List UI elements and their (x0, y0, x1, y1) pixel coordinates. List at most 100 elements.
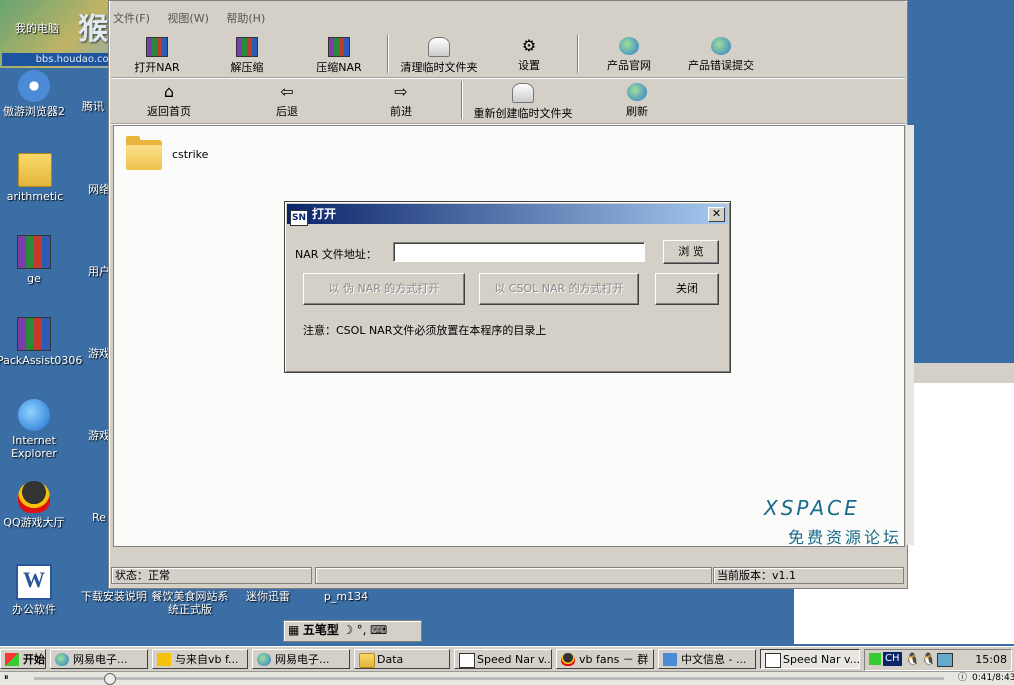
dialog-title: 打开 (312, 207, 337, 221)
desktop-icon-label: 餐饮美食网站系统正式版 (151, 590, 229, 616)
folder-icon (18, 153, 52, 187)
desktop-icon-game-1[interactable]: 游戏 (88, 347, 110, 360)
forward-label: 前进 (390, 105, 412, 118)
language-indicator[interactable]: CH (883, 652, 902, 666)
task-label: vb fans － 群 (579, 653, 649, 666)
back-button[interactable]: ⇦ 后退 (263, 83, 311, 119)
word-icon: W (16, 564, 52, 600)
desktop-icon-my-computer[interactable]: 我的电脑 (0, 22, 74, 35)
desktop-icon-ge[interactable]: ge (0, 235, 71, 285)
task-label: Speed Nar v... (783, 653, 860, 666)
compress-nar-label: 压缩NAR (316, 61, 362, 74)
bug-report-button[interactable]: 产品错误提交 (679, 37, 763, 73)
menu-help[interactable]: 帮助(H) (226, 12, 265, 25)
desktop-icon-label: 网络 (88, 183, 110, 196)
folder-name[interactable]: cstrike (172, 148, 208, 161)
open-fake-nar-button[interactable]: 以 伪 NAR 的方式打开 (303, 273, 465, 305)
ime-toolbar[interactable]: ▦ 五笔型 ☽ °, ⌨ (283, 620, 422, 642)
qq-tray-icon-2[interactable]: 🐧 (921, 652, 936, 666)
task-chinese-info[interactable]: 中文信息 - ... (658, 649, 756, 669)
pause-icon[interactable]: ⏸ (4, 672, 9, 684)
forward-arrow-icon: ⇨ (394, 82, 408, 101)
desktop-icon-qq-games[interactable]: QQ游戏大厅 (0, 481, 71, 529)
shield-icon[interactable] (869, 653, 881, 665)
recreate-temp-button[interactable]: 重新创建临时文件夹 (465, 83, 581, 121)
desktop-icon-label: 办公软件 (12, 603, 56, 616)
desktop-icon-internet-explorer[interactable]: Internet Explorer (0, 399, 71, 460)
version-text: 当前版本：v1.1 (713, 567, 904, 584)
forward-button[interactable]: ⇨ 前进 (377, 83, 425, 119)
menu-view[interactable]: 视图(W) (167, 12, 208, 25)
desktop-icon-p-m134[interactable]: p_m134 (308, 590, 384, 603)
back-arrow-icon: ⇦ (280, 82, 294, 101)
settings-button[interactable]: ⚙ 设置 (505, 37, 553, 73)
desktop-icon-label: Internet Explorer (11, 434, 57, 460)
desktop-icon-food-site[interactable]: 餐饮美食网站系统正式版 (150, 590, 230, 616)
close-button[interactable]: 关闭 (655, 273, 719, 305)
status-bar: 状态：正常 当前版本：v1.1 (111, 566, 905, 584)
start-button[interactable]: 开始 (0, 649, 46, 669)
chat-icon (157, 653, 171, 666)
ie-icon (257, 653, 271, 666)
menu-file[interactable]: 文件(F) (113, 12, 150, 25)
extract-button[interactable]: 解压缩 (217, 37, 277, 75)
clean-temp-button[interactable]: 清理临时文件夹 (393, 37, 485, 75)
nar-path-input[interactable] (393, 242, 645, 262)
desktop-icon-user[interactable]: 用户 (88, 265, 110, 278)
ime-mode[interactable]: 五笔型 (303, 622, 339, 638)
desktop-icon-game-2[interactable]: 游戏 (88, 429, 110, 442)
home-button[interactable]: ⌂ 返回首页 (137, 83, 201, 119)
desktop-icon-arithmetic[interactable]: arithmetic (0, 153, 72, 203)
desktop-icon-label: 下载安装说明 (81, 590, 147, 603)
compress-nar-button[interactable]: 压缩NAR (307, 37, 371, 75)
desktop-icon-packassist[interactable]: PackAssist0306 (0, 317, 83, 367)
toolbar-separator (461, 81, 462, 119)
desktop-icon-mini-thunder[interactable]: 迷你迅雷 (230, 590, 306, 603)
qq-tray-icon[interactable]: 🐧 (905, 652, 920, 666)
window-titlebar[interactable] (111, 1, 905, 8)
desktop-icon-install-guide[interactable]: 下载安装说明 (74, 590, 154, 603)
desktop-icon-maxthon[interactable]: 傲游浏览器2 (0, 70, 71, 118)
task-data-folder[interactable]: Data (354, 649, 450, 669)
desktop-icon-network[interactable]: 网络 (88, 183, 110, 196)
desktop-icon-label: 游戏 (88, 347, 110, 360)
rar-icon (328, 37, 350, 57)
task-netease-2[interactable]: 网易电子... (252, 649, 350, 669)
task-netease-1[interactable]: 网易电子... (50, 649, 148, 669)
task-vb-fans-group[interactable]: vb fans － 群 (556, 649, 654, 669)
browse-button[interactable]: 浏 览 (663, 240, 719, 264)
brand-line-2: 免费资源论坛 (788, 528, 903, 547)
task-speed-nar-1[interactable]: Speed Nar v... (454, 649, 552, 669)
task-speed-nar-2[interactable]: Speed Nar v... (760, 649, 860, 669)
task-label: 中文信息 - ... (681, 653, 747, 666)
ime-keyboard-icon[interactable]: ⌨ (370, 622, 387, 638)
extract-label: 解压缩 (230, 61, 264, 74)
folder-icon[interactable] (126, 136, 162, 170)
refresh-button[interactable]: 刷新 (615, 83, 659, 119)
open-nar-button[interactable]: 打开NAR (127, 37, 187, 75)
toolbar-separator (387, 35, 388, 73)
clock: 15:08 (975, 653, 1007, 666)
vertical-scrollbar[interactable] (906, 125, 914, 545)
info-icon[interactable]: ⓘ (958, 672, 967, 684)
official-site-button[interactable]: 产品官网 (597, 37, 661, 73)
seek-handle[interactable] (104, 673, 116, 685)
ime-punctuation-icon[interactable]: °, (357, 622, 367, 638)
info-icon (663, 653, 677, 666)
seek-track[interactable] (34, 677, 944, 680)
network-icon[interactable] (937, 653, 953, 667)
speed-nar-icon (459, 653, 475, 668)
dialog-close-icon[interactable]: ✕ (708, 207, 725, 222)
background-window-titlebar (906, 363, 1014, 383)
ime-halfwidth-icon[interactable]: ☽ (342, 622, 353, 638)
dialog-titlebar[interactable]: SN 打开 ✕ (287, 204, 728, 226)
playback-time: 0:41/8:43 (972, 673, 1014, 683)
desktop-icon-office[interactable]: W 办公软件 (0, 564, 71, 616)
desktop-icon-label: ge (27, 272, 41, 285)
desktop-icon-label: PackAssist0306 (0, 354, 83, 367)
rar-icon (236, 37, 258, 57)
open-csol-nar-button[interactable]: 以 CSOL NAR 的方式打开 (479, 273, 639, 305)
clean-temp-label: 清理临时文件夹 (400, 61, 478, 74)
app-icon: SN (290, 210, 308, 226)
task-vb-chat[interactable]: 与来自vb f... (152, 649, 248, 669)
